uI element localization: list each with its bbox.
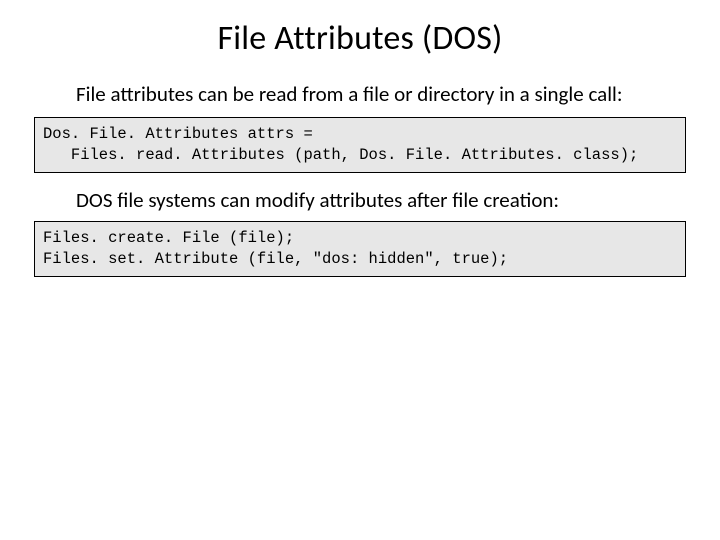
slide: File Attributes (DOS) File attributes ca…: [0, 0, 720, 540]
intro-text-span: File attributes can be read from a file …: [76, 81, 650, 107]
code-block-1: Dos. File. Attributes attrs = Files. rea…: [34, 117, 686, 173]
slide-title: File Attributes (DOS): [0, 18, 720, 59]
code-block-2: Files. create. File (file); Files. set. …: [34, 221, 686, 277]
mid-text: DOS file systems can modify attributes a…: [0, 187, 720, 213]
intro-text: File attributes can be read from a file …: [0, 81, 720, 107]
